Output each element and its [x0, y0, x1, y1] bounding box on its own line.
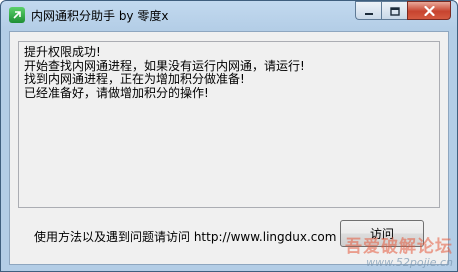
minimize-icon: [364, 1, 374, 20]
maximize-icon: [389, 1, 400, 20]
close-icon: [423, 1, 435, 20]
app-window: 内网通积分助手 by 零度x 提升权限成功! 开始查找内网通进程，如果没有运行内…: [0, 0, 458, 272]
caption-buttons: [355, 1, 451, 21]
log-textbox[interactable]: 提升权限成功! 开始查找内网通进程，如果没有运行内网通，请运行! 找到内网通进程…: [18, 41, 440, 208]
minimize-button[interactable]: [355, 1, 381, 20]
title-bar[interactable]: 内网通积分助手 by 零度x: [1, 1, 457, 29]
log-line: 提升权限成功!: [24, 45, 101, 59]
log-line: 开始查找内网通进程，如果没有运行内网通，请运行!: [24, 58, 305, 73]
log-line: 已经准备好，请做增加积分的操作!: [24, 85, 209, 100]
client-area: 提升权限成功! 开始查找内网通进程，如果没有运行内网通，请运行! 找到内网通进程…: [9, 31, 449, 265]
app-icon: [9, 7, 25, 23]
log-line: 找到内网通进程，正在为增加积分做准备!: [24, 72, 245, 86]
help-text: 使用方法以及遇到问题请访问 http://www.lingdux.com: [34, 230, 337, 244]
maximize-button[interactable]: [381, 1, 407, 20]
window-title: 内网通积分助手 by 零度x: [31, 9, 169, 23]
close-button[interactable]: [407, 1, 451, 20]
visit-button[interactable]: 访问: [340, 220, 424, 247]
